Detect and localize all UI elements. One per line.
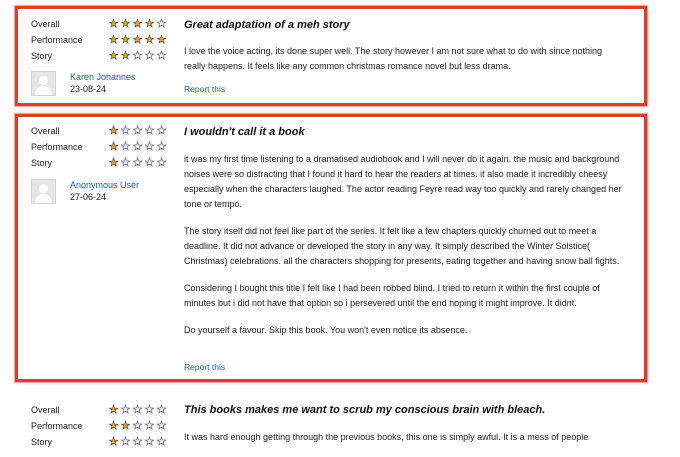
star-empty-icon: ★ — [132, 435, 143, 448]
star-empty-icon: ★ — [144, 403, 155, 416]
rating-label: Story — [31, 51, 53, 61]
rating-row-overall: Overall ★ ★ ★ ★ ★ — [31, 16, 171, 32]
star-filled-icon: ★ — [120, 17, 131, 30]
star-empty-icon: ★ — [156, 124, 167, 137]
star-empty-icon: ★ — [144, 49, 155, 62]
star-rating: ★ ★ ★ ★ ★ — [108, 403, 167, 416]
review-content: This books makes me want to scrub my con… — [184, 404, 624, 457]
reviewer-block: Anonymous User 27-06-24 — [31, 179, 139, 204]
star-empty-icon: ★ — [132, 156, 143, 169]
review-body: it was my first time listening to a dram… — [184, 152, 624, 338]
avatar-icon — [31, 179, 56, 204]
star-filled-icon: ★ — [132, 17, 143, 30]
star-filled-icon: ★ — [120, 419, 131, 432]
rating-label: Overall — [31, 126, 60, 136]
star-empty-icon: ★ — [144, 140, 155, 153]
star-empty-icon: ★ — [132, 419, 143, 432]
star-empty-icon: ★ — [144, 419, 155, 432]
review-body: It was hard enough getting through the p… — [184, 430, 624, 445]
review-paragraph: The story itself did not feel like part … — [184, 226, 620, 266]
star-empty-icon: ★ — [156, 140, 167, 153]
star-filled-icon: ★ — [108, 403, 119, 416]
star-empty-icon: ★ — [120, 140, 131, 153]
report-link[interactable]: Report this — [184, 362, 225, 372]
star-empty-icon: ★ — [120, 403, 131, 416]
star-filled-icon: ★ — [144, 33, 155, 46]
rating-label: Overall — [31, 19, 60, 29]
star-filled-icon: ★ — [108, 419, 119, 432]
star-filled-icon: ★ — [120, 33, 131, 46]
star-filled-icon: ★ — [108, 33, 119, 46]
review-paragraph: Considering I bought this title I felt l… — [184, 283, 600, 308]
star-empty-icon: ★ — [156, 403, 167, 416]
rating-row-overall: Overall ★ ★ ★ ★ ★ — [31, 123, 171, 139]
star-rating: ★ ★ ★ ★ ★ — [108, 419, 167, 432]
star-rating: ★ ★ ★ ★ ★ — [108, 156, 167, 169]
review-paragraph: it was my first time listening to a dram… — [184, 154, 622, 209]
star-filled-icon: ★ — [108, 49, 119, 62]
star-rating: ★ ★ ★ ★ ★ — [108, 33, 167, 46]
ratings-block: Overall ★ ★ ★ ★ ★ Performance ★ ★ ★ ★ ★ Story ★ ★… — [31, 402, 171, 450]
star-filled-icon: ★ — [108, 17, 119, 30]
star-empty-icon: ★ — [156, 435, 167, 448]
star-filled-icon: ★ — [108, 156, 119, 169]
rating-row-story: Story ★ ★ ★ ★ ★ — [31, 155, 171, 171]
star-empty-icon: ★ — [144, 124, 155, 137]
star-filled-icon: ★ — [108, 124, 119, 137]
rating-row-performance: Performance ★ ★ ★ ★ ★ — [31, 418, 171, 434]
star-empty-icon: ★ — [120, 435, 131, 448]
rating-row-performance: Performance ★ ★ ★ ★ ★ — [31, 32, 171, 48]
star-empty-icon: ★ — [156, 156, 167, 169]
rating-row-story: Story ★ ★ ★ ★ ★ — [31, 434, 171, 450]
star-filled-icon: ★ — [156, 33, 167, 46]
report-link[interactable]: Report this — [184, 84, 225, 94]
review-content: I wouldn't call it a book it was my firs… — [184, 126, 624, 350]
rating-label: Performance — [31, 421, 83, 431]
star-empty-icon: ★ — [156, 49, 167, 62]
star-empty-icon: ★ — [132, 140, 143, 153]
star-rating: ★ ★ ★ ★ ★ — [108, 17, 167, 30]
review-content: Great adaptation of a meh story I love t… — [184, 19, 624, 86]
star-filled-icon: ★ — [108, 435, 119, 448]
star-empty-icon: ★ — [120, 156, 131, 169]
star-empty-icon: ★ — [144, 435, 155, 448]
review-date: 23-08-24 — [70, 84, 107, 94]
review-paragraph: Do yourself a favour. Skip this book. Yo… — [184, 325, 468, 335]
rating-label: Performance — [31, 35, 83, 45]
rating-row-story: Story ★ ★ ★ ★ ★ — [31, 48, 171, 64]
star-filled-icon: ★ — [144, 17, 155, 30]
review-title: This books makes me want to scrub my con… — [184, 404, 546, 416]
reviewer-name-link[interactable]: Anonymous User — [70, 179, 139, 191]
reviewer-block: Karen Johannes 23-08-24 — [31, 71, 136, 96]
star-rating: ★ ★ ★ ★ ★ — [108, 49, 167, 62]
star-rating: ★ ★ ★ ★ ★ — [108, 124, 167, 137]
rating-label: Overall — [31, 405, 60, 415]
star-empty-icon: ★ — [132, 403, 143, 416]
rating-label: Story — [31, 158, 53, 168]
star-rating: ★ ★ ★ ★ ★ — [108, 140, 167, 153]
review-title: I wouldn't call it a book — [184, 126, 305, 138]
review-body: I love the voice acting, its done super … — [184, 44, 624, 74]
star-empty-icon: ★ — [120, 124, 131, 137]
star-empty-icon: ★ — [144, 156, 155, 169]
star-empty-icon: ★ — [156, 419, 167, 432]
review-paragraph: It was hard enough getting through the p… — [184, 432, 589, 442]
rating-row-performance: Performance ★ ★ ★ ★ ★ — [31, 139, 171, 155]
star-empty-icon: ★ — [156, 17, 167, 30]
ratings-block: Overall ★ ★ ★ ★ ★ Performance ★ ★ ★ ★ ★ Story ★ ★… — [31, 123, 171, 171]
star-empty-icon: ★ — [132, 124, 143, 137]
reviewer-name-link[interactable]: Karen Johannes — [70, 71, 136, 83]
ratings-block: Overall ★ ★ ★ ★ ★ Performance ★ ★ ★ ★ ★ Story ★ ★… — [31, 16, 171, 64]
rating-label: Performance — [31, 142, 83, 152]
star-empty-icon: ★ — [132, 49, 143, 62]
rating-row-overall: Overall ★ ★ ★ ★ ★ — [31, 402, 171, 418]
star-rating: ★ ★ ★ ★ ★ — [108, 435, 167, 448]
star-filled-icon: ★ — [120, 49, 131, 62]
star-filled-icon: ★ — [108, 140, 119, 153]
avatar-icon — [31, 71, 56, 96]
review-date: 27-06-24 — [70, 192, 107, 202]
review-title: Great adaptation of a meh story — [184, 19, 350, 31]
star-filled-icon: ★ — [132, 33, 143, 46]
review-paragraph: I love the voice acting, its done super … — [184, 46, 603, 71]
